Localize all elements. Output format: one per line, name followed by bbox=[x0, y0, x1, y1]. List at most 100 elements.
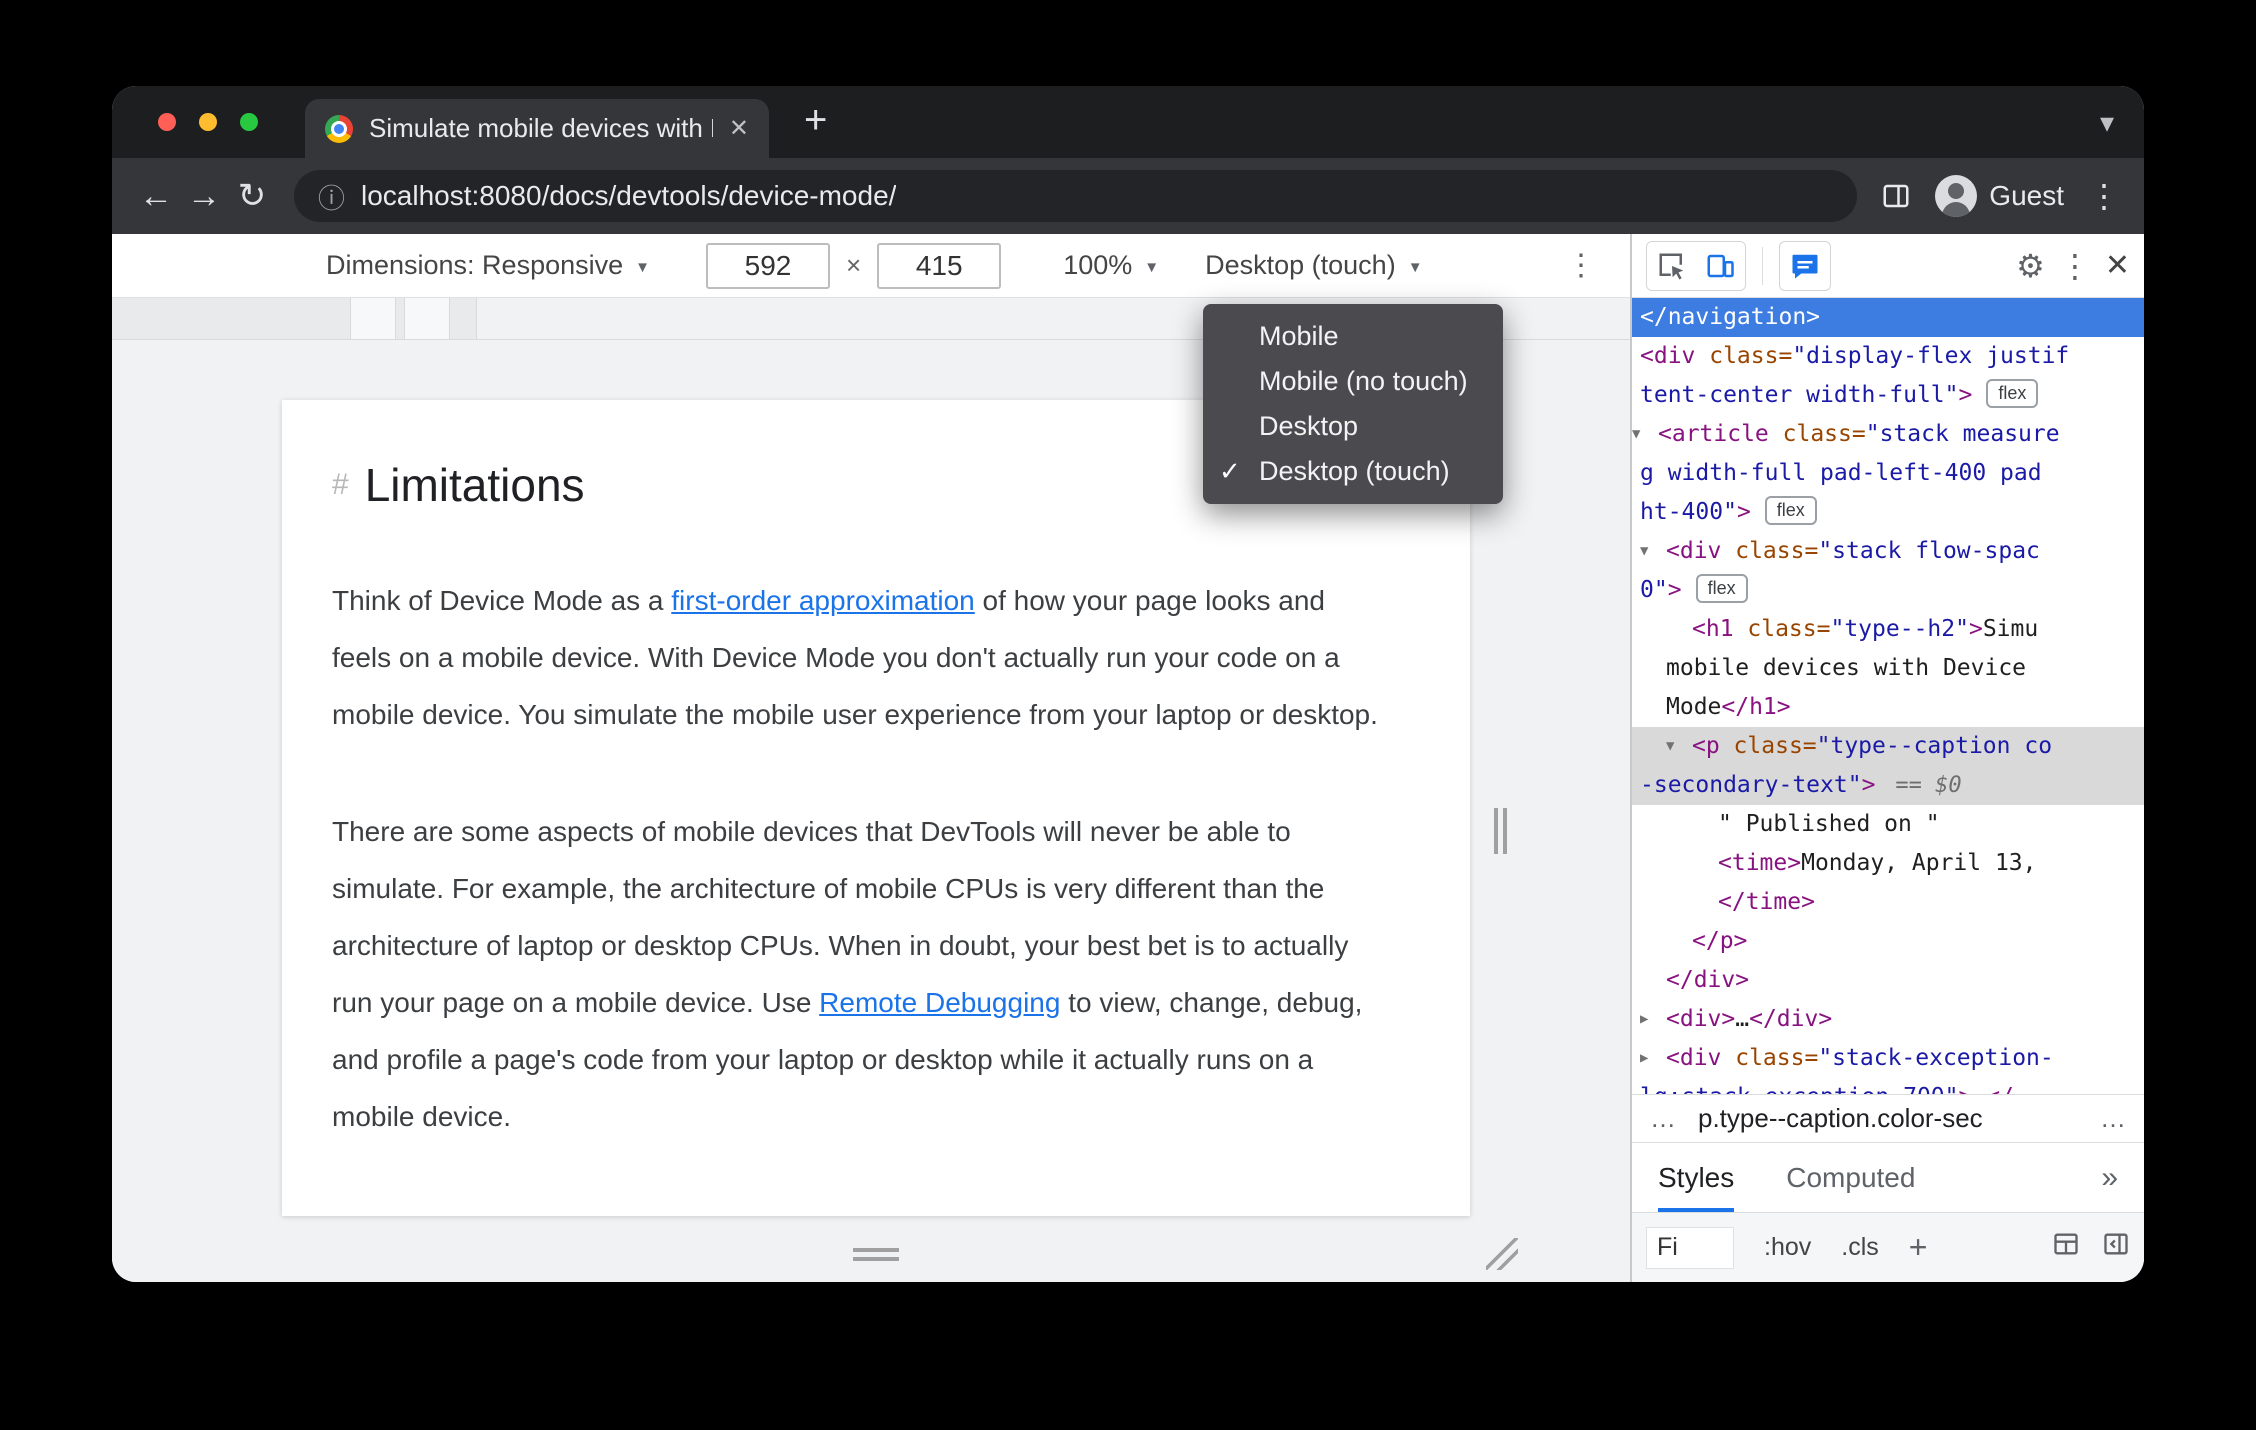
ruler-segment bbox=[404, 298, 450, 339]
code-token: <div bbox=[1640, 343, 1696, 369]
dom-tree-row[interactable]: <h1 class="type--h2">Simu bbox=[1632, 610, 2144, 649]
more-tabs-icon[interactable]: » bbox=[2101, 1161, 2118, 1195]
layout-pane-icon[interactable] bbox=[2052, 1230, 2080, 1265]
heading-anchor-link[interactable]: # bbox=[332, 468, 349, 502]
device-menu-item[interactable]: Mobile bbox=[1203, 314, 1503, 359]
collapse-arrow-icon[interactable]: ▶ bbox=[1640, 1039, 1666, 1078]
device-toolbar-toggle-icon[interactable] bbox=[1697, 244, 1743, 288]
rendered-page: # Limitations Think of Device Mode as a … bbox=[282, 400, 1470, 1216]
viewport-resize-handle-bottom[interactable] bbox=[853, 1248, 899, 1261]
profile-avatar[interactable] bbox=[1935, 175, 1978, 217]
dom-tree-row[interactable]: ht-400"> flex bbox=[1632, 493, 2144, 532]
collapse-arrow-icon[interactable]: ▶ bbox=[1640, 1000, 1666, 1039]
dom-tree-row[interactable]: g width-full pad-left-400 pad bbox=[1632, 454, 2144, 493]
inspect-element-icon[interactable] bbox=[1649, 244, 1695, 288]
device-toolbar-menu-icon[interactable]: ⋮ bbox=[1566, 248, 1596, 283]
address-bar[interactable]: ⓘ localhost:8080/docs/devtools/device-mo… bbox=[294, 170, 1858, 222]
styles-filter-input[interactable]: Fi bbox=[1646, 1226, 1734, 1269]
side-panel-icon[interactable] bbox=[1879, 181, 1913, 211]
dom-tree-row[interactable]: </p> bbox=[1632, 922, 2144, 961]
tab-computed[interactable]: Computed bbox=[1786, 1143, 1915, 1212]
code-token: </div> bbox=[1749, 1006, 1833, 1032]
breadcrumb-more-right[interactable]: … bbox=[2100, 1103, 2126, 1134]
code-token: "stack-exception- bbox=[1818, 1045, 2054, 1071]
tabs-list: Styles Computed bbox=[1658, 1143, 1915, 1212]
code-token: class= bbox=[1721, 538, 1819, 564]
dom-tree-row[interactable]: ▶ <div class="stack-exception- bbox=[1632, 1039, 2144, 1078]
tab-styles[interactable]: Styles bbox=[1658, 1143, 1735, 1212]
tab-search-chevron-icon[interactable]: ▾ bbox=[2100, 106, 2114, 139]
viewport-resize-handle-right[interactable] bbox=[1494, 808, 1507, 854]
dom-tree-row[interactable]: lg:stack-exception-700"> </ bbox=[1632, 1078, 2144, 1094]
dom-tree-row[interactable]: 0"> flex bbox=[1632, 571, 2144, 610]
browser-tab[interactable]: Simulate mobile devices with D ✕ bbox=[305, 99, 769, 158]
viewport-width-input[interactable] bbox=[706, 242, 830, 289]
viewport-resize-handle-corner[interactable] bbox=[1486, 1238, 1518, 1270]
desktop-background: { "colors": { "accent_blue": "#1a73e8", … bbox=[0, 0, 2256, 1430]
device-menu-item[interactable]: ✓ Desktop (touch) bbox=[1203, 449, 1503, 494]
expand-arrow-icon[interactable]: ▼ bbox=[1632, 415, 1658, 454]
dom-tree-row[interactable]: tent-center width-full"> flex bbox=[1632, 376, 2144, 415]
tab-close-icon[interactable]: ✕ bbox=[729, 114, 749, 143]
code-token: -secondary-text" bbox=[1640, 772, 1862, 798]
flex-badge[interactable]: flex bbox=[1986, 379, 2039, 408]
code-token: "stack flow-spac bbox=[1818, 538, 2040, 564]
new-style-rule-button[interactable]: + bbox=[1909, 1229, 1928, 1266]
browser-toolbar: ← → ↻ ⓘ localhost:8080/docs/devtools/dev… bbox=[112, 158, 2144, 234]
back-button[interactable]: ← bbox=[132, 172, 180, 220]
settings-gear-icon[interactable]: ⚙ bbox=[2016, 247, 2045, 285]
dom-tree-row[interactable]: <time>Monday, April 13, bbox=[1632, 844, 2144, 883]
toggle-element-state-button[interactable]: :hov bbox=[1764, 1233, 1811, 1262]
device-type-select[interactable]: Desktop (touch) ▼ bbox=[1205, 250, 1422, 281]
dom-tree-row[interactable]: ▼ <div class="stack flow-spac bbox=[1632, 532, 2144, 571]
flex-badge[interactable]: flex bbox=[1695, 574, 1748, 603]
code-token: Simu bbox=[1982, 616, 2039, 642]
sidebar-toggle-icon[interactable] bbox=[2102, 1230, 2130, 1265]
minimize-window-button[interactable] bbox=[199, 113, 217, 131]
breadcrumb-more-left[interactable]: … bbox=[1650, 1103, 1676, 1134]
close-window-button[interactable] bbox=[158, 113, 176, 131]
dom-tree-row[interactable]: ▶ <div>…</div> bbox=[1632, 1000, 2144, 1039]
doc-link[interactable]: first-order approximation bbox=[671, 585, 974, 616]
expand-arrow-icon[interactable]: ▼ bbox=[1640, 532, 1666, 571]
forward-button[interactable]: → bbox=[180, 172, 228, 220]
zoom-window-button[interactable] bbox=[240, 113, 258, 131]
dom-tree-row[interactable]: ▼ <p class="type--caption co bbox=[1632, 727, 2144, 766]
device-menu-item[interactable]: Desktop bbox=[1203, 404, 1503, 449]
chrome-favicon-icon bbox=[325, 114, 353, 143]
expand-arrow-icon[interactable]: ▼ bbox=[1666, 727, 1692, 766]
console-insights-icon[interactable] bbox=[1782, 244, 1828, 288]
styles-toolbar-icons bbox=[2052, 1230, 2130, 1265]
element-classes-button[interactable]: .cls bbox=[1841, 1233, 1879, 1262]
dimensions-select[interactable]: Dimensions: Responsive ▼ bbox=[326, 250, 650, 281]
chevron-down-icon: ▼ bbox=[635, 259, 650, 276]
code-token: " Published on " bbox=[1718, 811, 1940, 837]
code-token: > bbox=[1861, 772, 1876, 798]
flex-badge[interactable]: flex bbox=[1764, 496, 1817, 525]
page-info-icon[interactable]: ⓘ bbox=[318, 177, 345, 216]
profile-name: Guest bbox=[1989, 180, 2064, 211]
dom-tree-row[interactable]: </navigation> bbox=[1632, 298, 2144, 337]
dom-tree-row[interactable]: -secondary-text"> == $0 bbox=[1632, 766, 2144, 805]
browser-menu-icon[interactable]: ⋮ bbox=[2084, 177, 2124, 215]
dom-tree-row[interactable]: </time> bbox=[1632, 883, 2144, 922]
zoom-select[interactable]: 100% ▼ bbox=[1063, 250, 1159, 281]
doc-link[interactable]: Remote Debugging bbox=[819, 987, 1060, 1018]
reload-button[interactable]: ↻ bbox=[228, 172, 276, 220]
viewport-height-input[interactable] bbox=[877, 242, 1002, 289]
device-type-value: Desktop (touch) bbox=[1205, 250, 1396, 280]
dom-tree-row[interactable]: ▼ <article class="stack measure bbox=[1632, 415, 2144, 454]
dom-tree-row[interactable]: mobile devices with Device bbox=[1632, 649, 2144, 688]
toolbar-divider bbox=[1762, 246, 1763, 285]
device-menu-item[interactable]: Mobile (no touch) bbox=[1203, 359, 1503, 404]
dom-tree-row[interactable]: Mode</h1> bbox=[1632, 688, 2144, 727]
page-title: Limitations bbox=[364, 459, 585, 511]
new-tab-button[interactable]: + bbox=[804, 98, 827, 143]
devtools-menu-icon[interactable]: ⋮ bbox=[2059, 247, 2091, 285]
devtools-close-icon[interactable]: ✕ bbox=[2105, 248, 2130, 283]
breadcrumb-selected[interactable]: p.type--caption.color-sec bbox=[1698, 1103, 1983, 1134]
dom-tree-row[interactable]: <div class="display-flex justif bbox=[1632, 337, 2144, 376]
check-icon: ✓ bbox=[1219, 456, 1241, 486]
dom-tree-row[interactable]: " Published on " bbox=[1632, 805, 2144, 844]
dom-tree-row[interactable]: </div> bbox=[1632, 961, 2144, 1000]
